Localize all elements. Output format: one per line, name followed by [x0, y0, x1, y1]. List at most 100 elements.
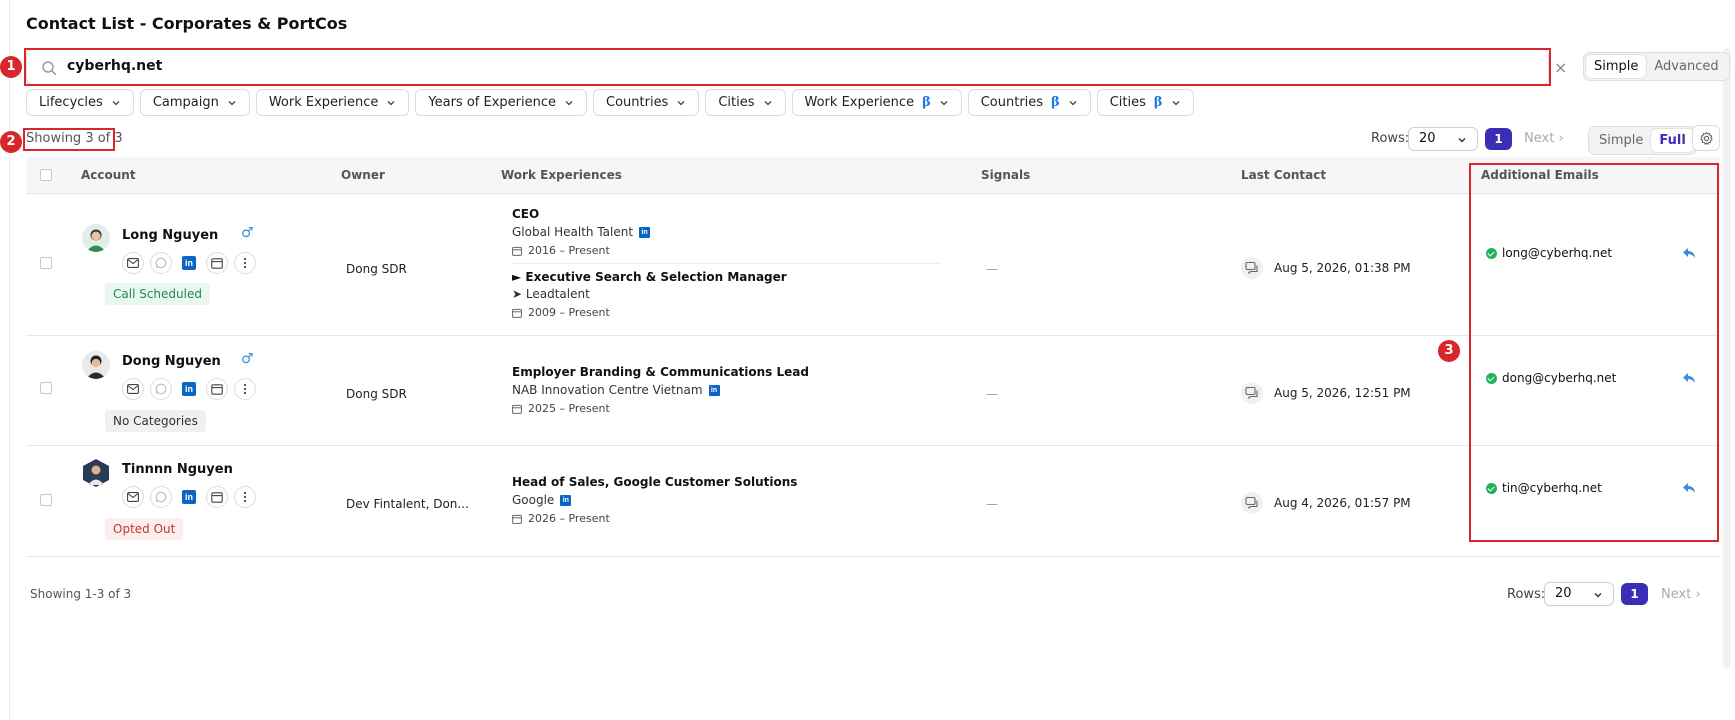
search-mode-toggle[interactable]: Simple Advanced	[1583, 52, 1730, 81]
experience-company: ➤ Leadtalent	[512, 287, 590, 301]
filter-years-of-experience[interactable]: Years of Experience	[415, 89, 587, 116]
whatsapp-action-button[interactable]	[150, 378, 172, 400]
experience-title: Employer Branding & Communications Lead	[512, 365, 809, 379]
filter-countries[interactable]: Countries	[593, 89, 700, 116]
page-1-button[interactable]: 1	[1485, 128, 1512, 150]
verified-icon	[1486, 483, 1497, 494]
rows-per-page-select[interactable]: 20	[1544, 582, 1614, 606]
linkedin-action-button[interactable]: in	[178, 378, 200, 400]
search-input[interactable]: cyberhq.net	[26, 49, 1549, 85]
email-action-button[interactable]	[122, 486, 144, 508]
column-work-experiences[interactable]: Work Experiences	[501, 168, 622, 182]
contact-name[interactable]: Tinnnn Nguyen	[122, 462, 233, 477]
filter-cities[interactable]: Cities	[705, 89, 786, 116]
additional-email[interactable]: long@cyberhq.net	[1502, 246, 1612, 260]
filter-countries-beta[interactable]: Countries β	[967, 89, 1091, 116]
column-account[interactable]: Account	[81, 168, 136, 182]
row-checkbox[interactable]	[40, 257, 52, 269]
conversation-button[interactable]	[1241, 257, 1263, 279]
linkedin-icon: in	[182, 382, 196, 396]
status-badge: Call Scheduled	[105, 283, 210, 305]
calendar-action-button[interactable]	[206, 252, 228, 274]
more-actions-button[interactable]	[234, 252, 256, 274]
page-1-button[interactable]: 1	[1621, 583, 1648, 605]
filter-label: Work Experience	[804, 95, 915, 110]
additional-email[interactable]: dong@cyberhq.net	[1502, 371, 1616, 385]
page-left-border	[9, 0, 10, 720]
next-page-button[interactable]: Next ›	[1661, 587, 1701, 602]
column-last-contact[interactable]: Last Contact	[1241, 168, 1326, 182]
more-actions-button[interactable]	[234, 486, 256, 508]
table-row[interactable]: Dong Nguyen ♂ in No Categories Dong SDR …	[26, 336, 1720, 446]
linkedin-icon[interactable]: in	[708, 384, 720, 396]
mail-icon	[127, 384, 139, 394]
dates-text: 2016 – Present	[528, 244, 610, 257]
reply-icon[interactable]	[1682, 372, 1696, 384]
signals-value: —	[986, 387, 998, 401]
linkedin-action-button[interactable]: in	[178, 252, 200, 274]
reply-icon[interactable]	[1682, 482, 1696, 494]
table-settings-button[interactable]	[1692, 125, 1720, 151]
clear-search-button[interactable]: ×	[1554, 58, 1567, 77]
table-row[interactable]: Long Nguyen ♂ in Call Scheduled Dong SDR…	[26, 194, 1720, 336]
calendar-action-button[interactable]	[206, 486, 228, 508]
annotation-marker: 1	[0, 56, 22, 78]
additional-email[interactable]: tin@cyberhq.net	[1502, 481, 1602, 495]
row-checkbox[interactable]	[40, 382, 52, 394]
filter-work-experience-beta[interactable]: Work Experience β	[791, 89, 962, 116]
filter-campaign[interactable]: Campaign	[139, 89, 250, 116]
calendar-icon	[211, 384, 223, 395]
filter-label: Campaign	[152, 95, 219, 110]
conversation-button[interactable]	[1241, 382, 1263, 404]
search-mode-advanced[interactable]: Advanced	[1646, 55, 1726, 78]
column-owner[interactable]: Owner	[341, 168, 385, 182]
status-badge: Opted Out	[105, 518, 184, 540]
page-title: Contact List - Corporates & PortCos	[26, 14, 348, 33]
chat-icon	[1245, 386, 1258, 400]
column-signals[interactable]: Signals	[981, 168, 1030, 182]
linkedin-icon[interactable]: in	[639, 226, 651, 238]
row-checkbox[interactable]	[40, 494, 52, 506]
linkedin-action-button[interactable]: in	[178, 486, 200, 508]
mail-icon	[127, 258, 139, 268]
contact-actions: in	[122, 486, 256, 508]
calendar-icon	[211, 492, 223, 503]
linkedin-icon: in	[182, 256, 196, 270]
filter-cities-beta[interactable]: Cities β	[1096, 89, 1194, 116]
beta-badge: β	[1051, 95, 1060, 110]
calendar-icon	[512, 246, 522, 256]
filter-work-experience[interactable]: Work Experience	[255, 89, 410, 116]
email-action-button[interactable]	[122, 378, 144, 400]
experience-dates: 2009 – Present	[512, 306, 610, 319]
view-mode-toggle[interactable]: Simple Full	[1588, 126, 1697, 155]
linkedin-icon[interactable]: in	[560, 494, 572, 506]
rows-label: Rows:	[1507, 587, 1546, 602]
column-additional-emails[interactable]: Additional Emails	[1481, 168, 1599, 182]
result-count: Showing 3 of 3	[26, 131, 123, 146]
email-action-button[interactable]	[122, 252, 144, 274]
whatsapp-action-button[interactable]	[150, 486, 172, 508]
whatsapp-action-button[interactable]	[150, 252, 172, 274]
view-mode-full[interactable]: Full	[1651, 129, 1694, 152]
more-actions-button[interactable]	[234, 378, 256, 400]
contact-name[interactable]: Long Nguyen	[122, 228, 218, 243]
rows-per-page-select[interactable]: 20	[1408, 127, 1478, 151]
filter-lifecycles[interactable]: Lifecycles	[26, 89, 134, 116]
experience-title: ► Executive Search & Selection Manager	[512, 270, 787, 284]
view-mode-simple[interactable]: Simple	[1591, 129, 1651, 152]
scrollbar[interactable]	[1723, 48, 1731, 668]
table-row[interactable]: Tinnnn Nguyen in Opted Out Dev Fintalent…	[26, 446, 1720, 557]
rows-value: 20	[1555, 586, 1572, 601]
contact-name[interactable]: Dong Nguyen	[122, 354, 221, 369]
signals-value: —	[986, 262, 998, 276]
male-icon: ♂	[241, 351, 254, 367]
calendar-action-button[interactable]	[206, 378, 228, 400]
company-name: Google	[512, 493, 555, 507]
next-page-button[interactable]: Next ›	[1524, 131, 1564, 146]
search-mode-simple[interactable]: Simple	[1586, 55, 1647, 78]
company-name: NAB Innovation Centre Vietnam	[512, 383, 703, 397]
filter-label: Lifecycles	[39, 95, 103, 110]
conversation-button[interactable]	[1241, 492, 1263, 514]
reply-icon[interactable]	[1682, 247, 1696, 259]
select-all-checkbox[interactable]	[40, 169, 52, 181]
